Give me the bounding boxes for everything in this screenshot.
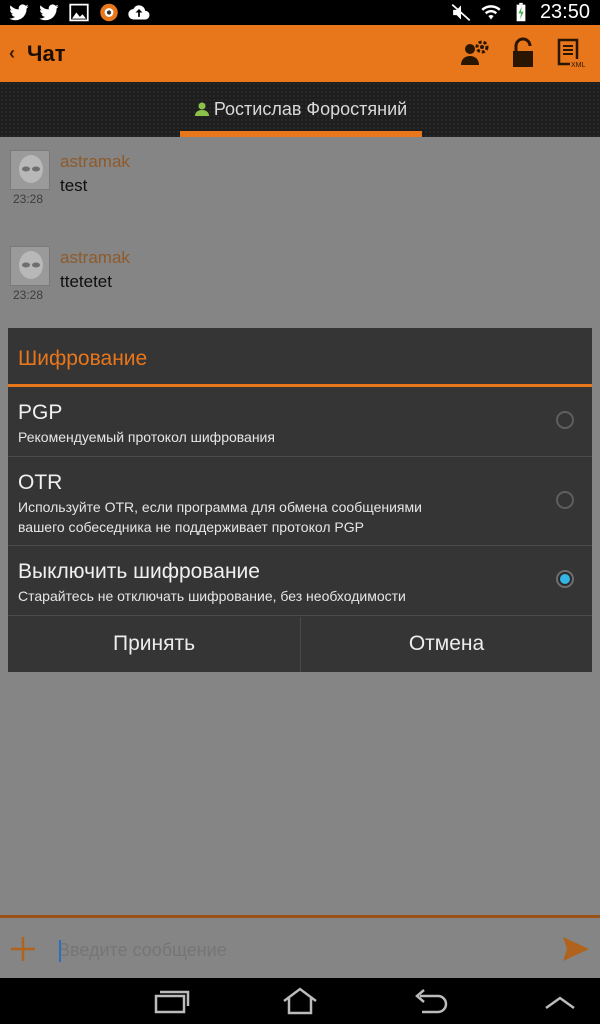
option-title: OTR [18,471,63,494]
option-description: Рекомендуемый протокол шифрования [18,429,275,445]
dialog-title: Шифрование [18,347,148,370]
action-bar: ‹ Чат XML [0,25,600,82]
contact-name: Ростислав Форостяний [213,99,408,119]
back-icon[interactable] [410,984,450,1018]
avatar [10,150,50,190]
wifi-icon [481,5,501,20]
encryption-dialog: Шифрование PGP Рекомендуемый протокол ши… [8,328,592,672]
cloud-upload-icon [128,5,150,20]
option-pgp[interactable]: PGP Рекомендуемый протокол шифрования [8,387,592,456]
contact-settings-icon[interactable] [458,37,492,71]
option-disable-encryption[interactable]: Выключить шифрование Старайтесь не отклю… [8,546,592,615]
page-title[interactable]: Чат [27,41,65,67]
radio-disable-encryption[interactable] [556,570,574,588]
tab-contact[interactable]: Ростислав Форостяний [180,82,422,137]
menu-up-icon[interactable] [540,984,580,1018]
message-text: test [60,176,88,195]
svg-text:XML: XML [571,62,586,69]
twitter-icon [39,4,59,21]
xml-icon[interactable]: XML [554,37,588,71]
recent-apps-icon[interactable] [150,984,190,1018]
lock-icon[interactable] [506,37,540,71]
person-icon [194,102,209,116]
radio-otr[interactable] [556,491,574,509]
message-time: 23:28 [13,288,44,302]
message-author: astramak [60,248,130,267]
message-input[interactable] [58,934,538,966]
message-item: 23:28 astramak test [10,137,570,233]
radio-pgp[interactable] [556,411,574,429]
home-icon[interactable] [280,984,320,1018]
option-description-line: Используйте OTR, если программа для обме… [18,499,422,515]
message-text: ttetetet [60,272,112,291]
mute-icon [451,3,471,22]
alien-icon [19,251,43,279]
accept-button[interactable]: Принять [8,615,300,672]
app-icon [100,3,118,22]
option-title: PGP [18,401,63,424]
navigation-bar [0,978,600,1024]
image-icon [69,3,89,22]
clock: 23:50 [539,1,590,23]
send-icon[interactable] [562,936,590,962]
contact-tab-strip: Ростислав Форостяний [0,82,600,137]
status-bar: 23:50 [0,0,600,25]
option-description-line: вашего собеседника не поддерживает прото… [18,519,364,535]
message-composer [0,915,600,978]
add-attachment-icon[interactable] [10,936,36,962]
message-item: 23:28 astramak ttetetet [10,233,570,329]
battery-charging-icon [516,2,526,22]
option-title: Выключить шифрование [18,560,260,583]
tab-contact-label: Ростислав Форостяний [180,99,422,120]
chevron-left-icon[interactable]: ‹ [9,43,15,64]
text-cursor [59,940,61,962]
message-time: 23:28 [13,192,44,206]
twitter-icon [9,4,29,21]
option-otr[interactable]: OTR Используйте OTR, если программа для … [8,457,592,545]
option-description: Старайтесь не отключать шифрование, без … [18,588,406,604]
avatar [10,246,50,286]
alien-icon [19,155,43,183]
cancel-button[interactable]: Отмена [301,615,592,672]
message-author: astramak [60,152,130,171]
